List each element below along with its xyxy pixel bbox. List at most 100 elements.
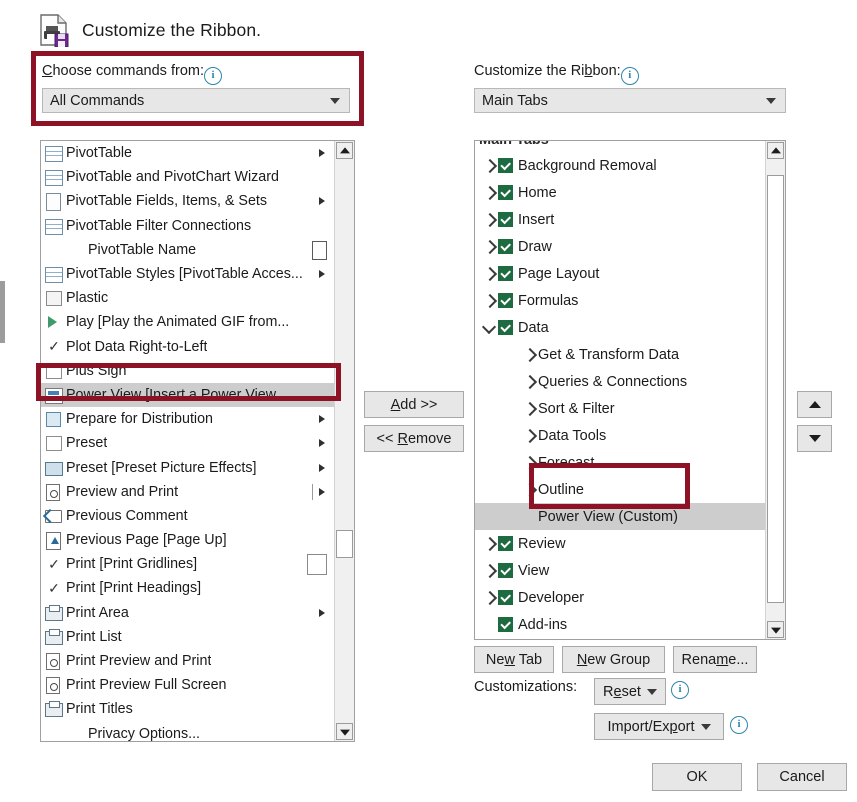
ribbon-tree-item[interactable]: Power View (Custom) — [475, 503, 766, 530]
scrollbar-thumb[interactable] — [767, 175, 784, 603]
rename-button[interactable]: Rename... — [673, 646, 757, 673]
tab-checkbox[interactable] — [498, 563, 513, 578]
command-list-item[interactable]: Print Preview Full Screen — [41, 673, 335, 697]
cancel-button[interactable]: Cancel — [757, 763, 847, 791]
import-export-button[interactable]: Import/Export — [594, 713, 724, 740]
command-list-item[interactable]: PivotTable Filter Connections — [41, 214, 335, 238]
command-list-item[interactable]: ✓ Print [Print Headings] — [41, 576, 335, 600]
tab-checkbox[interactable] — [498, 293, 513, 308]
new-group-button[interactable]: New Group — [562, 646, 665, 673]
info-icon[interactable]: i — [730, 716, 748, 734]
ribbon-tree-item[interactable]: Help — [475, 638, 766, 639]
tab-checkbox[interactable] — [498, 617, 513, 632]
chevron-right-icon[interactable] — [481, 184, 498, 201]
command-list-item[interactable]: Plus Sign — [41, 359, 335, 383]
chevron-right-icon[interactable] — [481, 238, 498, 255]
command-list-item[interactable]: Plastic — [41, 286, 335, 310]
command-list-item[interactable]: Previous Comment — [41, 504, 335, 528]
chevron-right-icon[interactable] — [481, 562, 498, 579]
ribbon-tree-item[interactable]: Formulas — [475, 287, 766, 314]
chevron-right-icon[interactable] — [481, 535, 498, 552]
command-list-item[interactable]: PivotTable Styles [PivotTable Acces... — [41, 262, 335, 286]
command-list-item[interactable]: Previous Page [Page Up] — [41, 528, 335, 552]
scroll-down-arrow-icon[interactable] — [336, 723, 353, 740]
chevron-right-icon[interactable] — [521, 454, 538, 471]
command-list-item[interactable]: ✓ Plot Data Right-to-Left — [41, 335, 335, 359]
chevron-right-icon[interactable] — [521, 481, 538, 498]
info-icon[interactable]: i — [671, 681, 689, 699]
ribbon-tree-item[interactable]: Get & Transform Data — [475, 341, 766, 368]
ribbon-tree-item[interactable]: Draw — [475, 233, 766, 260]
ribbon-tree-item[interactable]: Queries & Connections — [475, 368, 766, 395]
commands-list-scrollbar[interactable] — [334, 141, 354, 741]
command-list-item[interactable]: Preview and Print — [41, 480, 335, 504]
scroll-down-arrow-icon[interactable] — [767, 621, 784, 638]
chevron-right-icon[interactable] — [481, 211, 498, 228]
command-list-item[interactable]: ✓ Print [Print Gridlines] — [41, 552, 335, 576]
ribbon-tree-item[interactable]: Review — [475, 530, 766, 557]
tab-checkbox[interactable] — [498, 590, 513, 605]
chevron-right-icon[interactable] — [521, 427, 538, 444]
ribbon-tree-item[interactable]: Forecast — [475, 449, 766, 476]
scrollbar-thumb[interactable] — [336, 530, 353, 558]
info-icon[interactable]: i — [620, 67, 639, 85]
ribbon-tree-item[interactable]: Background Removal — [475, 152, 766, 179]
ribbon-tree-item[interactable]: Add-ins — [475, 611, 766, 638]
tab-checkbox[interactable] — [498, 239, 513, 254]
chevron-right-icon[interactable] — [481, 157, 498, 174]
info-icon[interactable]: i — [204, 67, 222, 85]
tab-checkbox[interactable] — [498, 320, 513, 335]
customize-ribbon-dropdown[interactable]: Main Tabs — [474, 88, 786, 113]
tab-checkbox[interactable] — [498, 212, 513, 227]
ribbon-tree-item[interactable]: Page Layout — [475, 260, 766, 287]
ribbon-tree-item[interactable]: Data — [475, 314, 766, 341]
ribbon-tree-item[interactable]: Sort & Filter — [475, 395, 766, 422]
ribbon-tree-item[interactable]: Outline — [475, 476, 766, 503]
command-list-item[interactable]: PivotTable and PivotChart Wizard — [41, 165, 335, 189]
command-list-item[interactable]: PivotTable Name — [41, 238, 335, 262]
ribbon-tree-item[interactable]: Insert — [475, 206, 766, 233]
move-up-button[interactable] — [797, 391, 832, 418]
ibeam-textbox-icon[interactable] — [312, 240, 327, 260]
ribbon-tree-scrollbar[interactable] — [765, 141, 785, 639]
remove-button[interactable]: << Remove — [364, 425, 464, 452]
page-scrollbar-fragment[interactable] — [0, 281, 5, 343]
command-list-item[interactable]: Print Area — [41, 601, 335, 625]
reset-button[interactable]: Reset — [594, 678, 666, 705]
command-list-item[interactable]: Play [Play the Animated GIF from... — [41, 310, 335, 334]
command-list-item[interactable]: Power View [Insert a Power View... — [41, 382, 335, 408]
commands-list[interactable]: PivotTable PivotTable and PivotChart Wiza… — [40, 140, 355, 742]
command-list-item[interactable]: Privacy Options... — [41, 722, 335, 741]
choose-commands-from-dropdown[interactable]: All Commands — [42, 88, 350, 113]
chevron-right-icon[interactable] — [481, 265, 498, 282]
add-button[interactable]: Add >> — [364, 391, 464, 418]
chevron-right-icon[interactable] — [481, 589, 498, 606]
chevron-right-icon[interactable] — [521, 400, 538, 417]
tab-checkbox[interactable] — [498, 185, 513, 200]
scroll-up-arrow-icon[interactable] — [336, 142, 353, 159]
command-list-item[interactable]: Print List — [41, 625, 335, 649]
ribbon-tree-item[interactable]: Developer — [475, 584, 766, 611]
tab-checkbox[interactable] — [498, 158, 513, 173]
tab-checkbox[interactable] — [498, 266, 513, 281]
command-list-item[interactable]: Preset — [41, 431, 335, 455]
move-down-button[interactable] — [797, 425, 832, 452]
ribbon-tree-item[interactable]: Home — [475, 179, 766, 206]
chevron-right-icon[interactable] — [521, 373, 538, 390]
chevron-down-icon[interactable] — [481, 319, 498, 336]
command-list-item[interactable]: Print Titles — [41, 697, 335, 721]
command-list-item[interactable]: PivotTable — [41, 141, 335, 165]
command-list-item[interactable]: Prepare for Distribution — [41, 407, 335, 431]
command-list-item[interactable]: Preset [Preset Picture Effects] — [41, 455, 335, 479]
tab-checkbox[interactable] — [498, 536, 513, 551]
new-tab-button[interactable]: New Tab — [474, 646, 554, 673]
ok-button[interactable]: OK — [652, 763, 742, 791]
chevron-right-icon[interactable] — [521, 346, 538, 363]
ribbon-tabs-tree[interactable]: Main Tabs Background Removal Home Insert Dr… — [474, 140, 786, 640]
scroll-up-arrow-icon[interactable] — [767, 142, 784, 159]
ribbon-tree-item[interactable]: Data Tools — [475, 422, 766, 449]
command-list-item[interactable]: PivotTable Fields, Items, & Sets — [41, 189, 335, 213]
chevron-right-icon[interactable] — [481, 292, 498, 309]
ribbon-tree-item[interactable]: View — [475, 557, 766, 584]
command-list-item[interactable]: Print Preview and Print — [41, 649, 335, 673]
